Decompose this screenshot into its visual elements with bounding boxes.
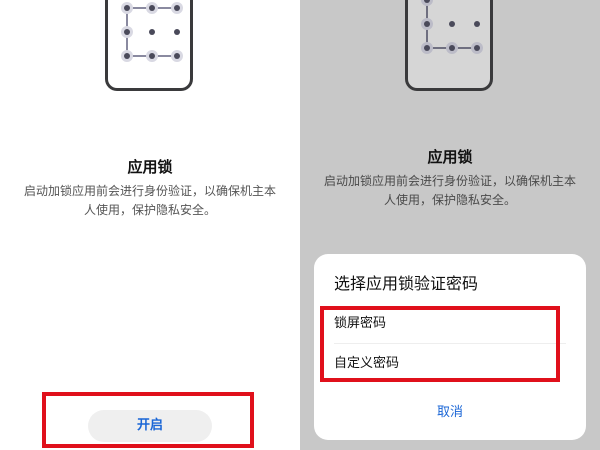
phone-illustration [405,0,493,91]
dialog-title: 选择应用锁验证密码 [334,274,479,293]
app-lock-intro-screen: 应用锁 启动加锁应用前会进行身份验证，以确保机主本人使用，保护隐私安全。 开启 [0,0,300,450]
page-description: 启动加锁应用前会进行身份验证，以确保机主本人使用，保护隐私安全。 [323,174,576,207]
options-highlight [320,306,560,382]
page-title: 应用锁 [427,148,473,166]
pattern-lock-icon [421,0,483,54]
pattern-lock-icon [121,2,183,62]
phone-illustration [105,0,193,91]
cancel-button[interactable]: 取消 [314,400,586,426]
page-description: 启动加锁应用前会进行身份验证，以确保机主本人使用，保护隐私安全。 [23,184,276,217]
app-lock-dialog-screen: 应用锁 启动加锁应用前会进行身份验证，以确保机主本人使用，保护隐私安全。 选择应… [300,0,600,450]
page-title: 应用锁 [127,158,173,176]
enable-button-highlight [42,392,254,448]
